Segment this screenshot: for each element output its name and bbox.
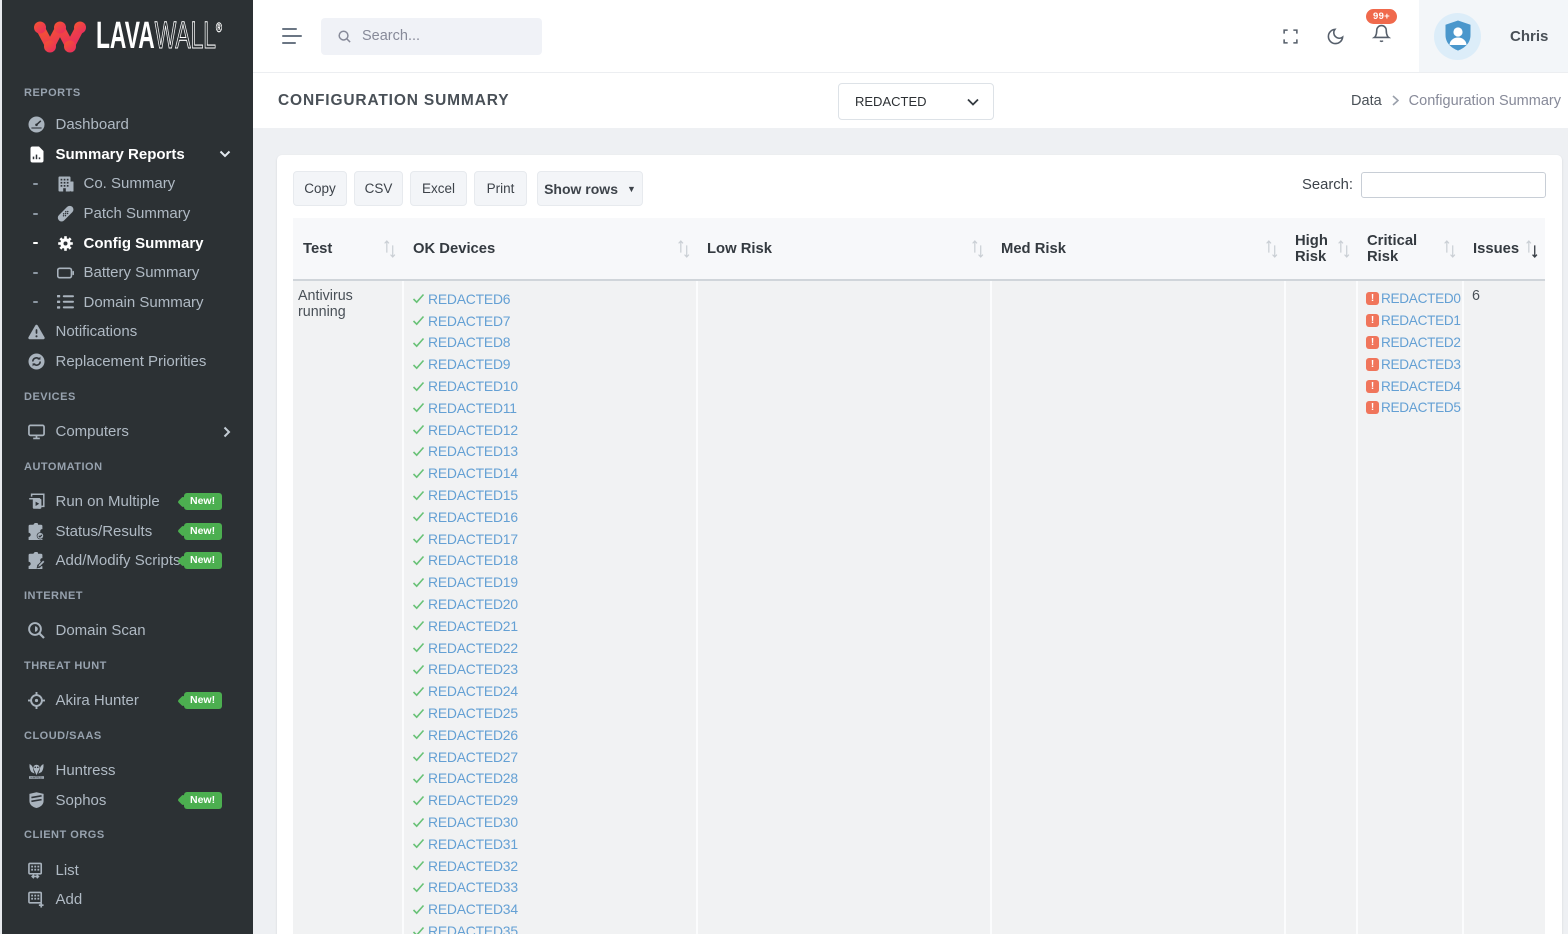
svg-text:HUNTRESS: HUNTRESS: [30, 777, 43, 779]
